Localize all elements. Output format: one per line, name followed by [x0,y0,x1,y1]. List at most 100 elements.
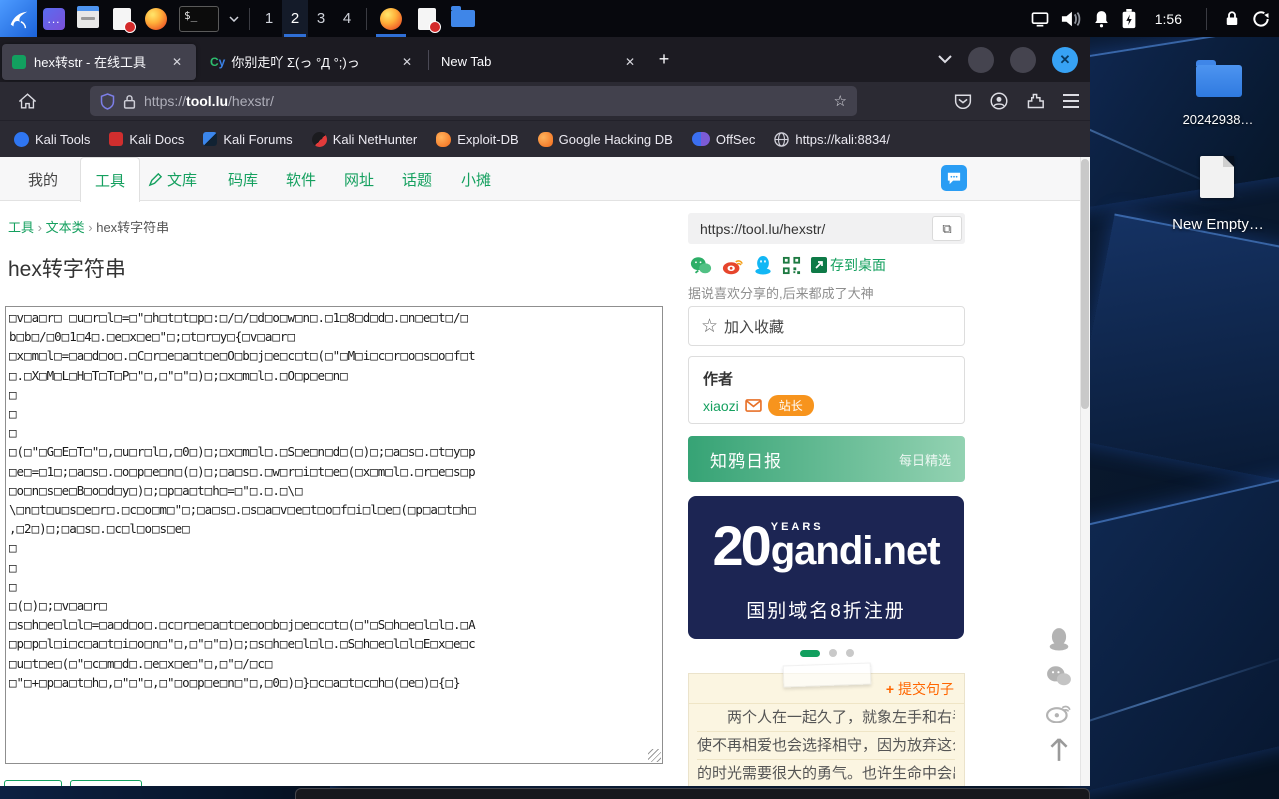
convert-button-clipped[interactable] [4,780,62,786]
ad-tagline: 国别域名8折注册 [746,601,906,622]
nav-tab-docs[interactable]: 文库 [148,157,197,201]
tab-favicon [12,54,26,69]
taskbar-firefox[interactable] [373,0,409,37]
tab-close-icon[interactable]: ✕ [621,53,639,71]
new-tab-button[interactable]: + [649,49,679,70]
bookmark-kali-8834[interactable]: https://kali:8834/ [768,129,896,150]
battery-icon[interactable] [1121,8,1137,29]
add-favorite-button[interactable]: ☆ 加入收藏 [688,306,965,346]
breadcrumb-text-category[interactable]: 文本类 [46,220,85,235]
tab-hexstr[interactable]: hex转str - 在线工具 ✕ [2,43,196,80]
menu-hamburger-icon[interactable] [1062,94,1080,108]
tab-close-icon[interactable]: ✕ [168,53,186,71]
extensions-puzzle-icon[interactable] [1026,92,1044,110]
weibo-float-icon[interactable] [1046,701,1072,723]
workspace-1[interactable]: 1 [256,0,282,37]
qq-share-icon[interactable] [754,255,772,275]
tracking-shield-icon[interactable] [100,92,115,110]
logout-icon[interactable] [1251,9,1271,29]
author-link[interactable]: xiaozi [703,398,739,414]
list-all-tabs-icon[interactable] [938,55,952,64]
notification-bell-icon[interactable] [1092,9,1111,29]
weibo-share-icon[interactable] [722,256,744,275]
bookmark-exploit-db[interactable]: Exploit-DB [430,129,524,150]
submit-sentence-link[interactable]: + 提交句子 [689,674,964,704]
copy-url-button[interactable]: ⧉ [932,216,962,241]
breadcrumb-current: hex转字符串 [96,220,170,235]
nav-tab-topics[interactable]: 话题 [402,157,432,201]
wechat-float-icon[interactable] [1046,665,1072,687]
resize-grip[interactable] [648,749,661,762]
terminal-icon: $_ [179,5,219,32]
app-grid-button[interactable]: ... [39,0,69,37]
panel-separator [1206,7,1207,30]
qrcode-icon[interactable] [782,256,801,275]
quote-note: + 提交句子 两个人在一起久了，就象左手和右手，即 使不再相爱也会选择相守，因为… [688,662,965,786]
gandi-ad[interactable]: 20 YEARS gandi.net 国别域名8折注册 [688,496,964,639]
terminal-dropdown[interactable] [227,0,241,37]
volume-icon[interactable] [1060,9,1082,29]
taskbar-file-manager[interactable] [445,0,481,37]
chat-button[interactable] [941,165,967,191]
lock-icon[interactable] [123,94,136,109]
url-text[interactable]: https://tool.lu/hexstr/ [144,93,274,109]
qq-float-icon[interactable] [1048,627,1070,651]
nav-tab-code[interactable]: 码库 [228,157,258,201]
bookmark-kali-tools[interactable]: Kali Tools [8,129,96,150]
carousel-dot[interactable] [828,649,837,657]
breadcrumb-tools[interactable]: 工具 [8,220,34,235]
bookmark-offsec[interactable]: OffSec [686,129,762,150]
tab-close-icon[interactable]: ✕ [398,53,416,71]
url-bar[interactable]: https://tool.lu/hexstr/ ☆ [90,86,857,116]
page-scrollbar-thumb[interactable] [1081,159,1089,409]
chat-bubble-icon [947,172,961,185]
account-icon[interactable] [990,92,1008,110]
clock[interactable]: 1:56 [1147,11,1190,27]
bookmark-kali-forums[interactable]: Kali Forums [197,129,298,150]
author-heading: 作者 [703,371,734,388]
nav-tab-software[interactable]: 软件 [286,157,316,201]
nav-tab-mine[interactable]: 我的 [28,157,58,201]
terminal-launcher-button[interactable]: $_ [175,0,223,37]
bookmark-star-icon[interactable]: ☆ [834,92,847,110]
nav-tab-sites[interactable]: 网址 [344,157,374,201]
network-icon[interactable] [1030,11,1050,27]
carousel-dot-active[interactable] [799,649,820,657]
secondary-button-clipped[interactable] [70,780,142,786]
email-icon[interactable] [745,399,762,412]
close-window-button[interactable]: ✕ [1052,46,1078,73]
desktop-icon-label: New Empty… [1172,216,1264,233]
carousel-dot[interactable] [845,649,854,657]
maximize-button[interactable] [1010,46,1036,73]
save-to-desktop-link[interactable]: 存到桌面 [811,255,886,275]
minimize-button[interactable] [968,46,994,73]
daily-banner[interactable]: 知鸦日报 每日精选 [688,436,965,482]
pocket-icon[interactable] [954,93,972,109]
folder-icon [1196,65,1242,97]
nav-tab-stall[interactable]: 小摊 [461,157,491,201]
background-window-edge[interactable] [295,788,1090,799]
share-url-text[interactable]: https://tool.lu/hexstr/ [700,221,825,237]
bookmark-kali-nethunter[interactable]: Kali NetHunter [306,129,424,150]
kali-menu-button[interactable] [0,0,37,37]
tab-chat[interactable]: Cy 你别走吖 Σ(っ °Д °;)っ ✕ [200,44,426,80]
back-to-top-icon[interactable] [1048,737,1070,763]
firefox-icon [145,7,167,30]
hex-textarea[interactable] [5,306,663,764]
wechat-share-icon[interactable] [690,256,712,275]
file-manager-button[interactable] [73,0,103,37]
text-editor-button[interactable] [107,0,137,37]
tab-new-tab[interactable]: New Tab ✕ [431,44,649,80]
workspace-2-active[interactable]: 2 [282,0,308,37]
lock-screen-icon[interactable] [1223,9,1241,29]
offsec-icon [691,132,701,146]
bookmark-kali-docs[interactable]: Kali Docs [103,129,190,150]
workspace-4[interactable]: 4 [334,0,360,37]
taskbar-text-editor[interactable] [409,0,445,37]
star-icon: ☆ [701,315,719,337]
home-button[interactable] [12,86,42,116]
bookmark-google-hacking-db[interactable]: Google Hacking DB [532,129,679,150]
nav-tab-tools[interactable]: 工具 [80,157,141,202]
firefox-launcher-button[interactable] [141,0,171,37]
workspace-3[interactable]: 3 [308,0,334,37]
